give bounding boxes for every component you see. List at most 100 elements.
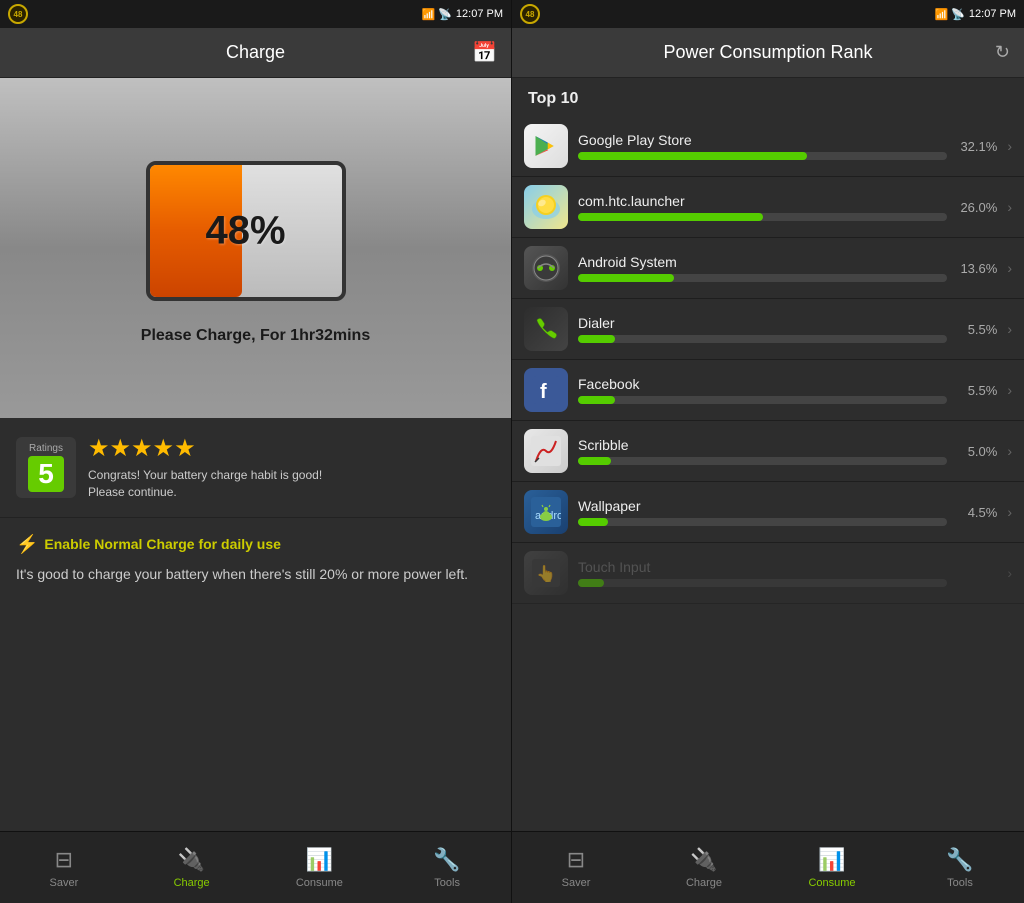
status-bar-left: 48 📶 📡 12:07 PM [0, 0, 511, 28]
chevron-launcher: › [1007, 199, 1012, 215]
charge-tip-text: It's good to charge your battery when th… [16, 563, 495, 585]
signal-icons-left: 📶 📡 [421, 8, 451, 21]
time-left: 12:07 PM [456, 8, 503, 20]
app-row-android[interactable]: Android System 13.6% › [512, 238, 1024, 299]
nav-tools-label-right: Tools [947, 877, 973, 889]
app-percent-facebook: 5.5% [957, 383, 997, 398]
app-bar-android [578, 274, 674, 282]
nav-charge-left[interactable]: 🔌 Charge [128, 832, 256, 903]
app-icon-facebook: f [524, 368, 568, 412]
app-row-playstore[interactable]: Google Play Store 32.1% › [512, 116, 1024, 177]
nav-saver-left[interactable]: ⊟ Saver [0, 832, 128, 903]
ratings-score: 5 [28, 456, 64, 492]
battery-body: 48% [146, 161, 346, 301]
left-header-title: Charge [226, 42, 285, 63]
ratings-right: ★★★★★ Congrats! Your battery charge habi… [88, 434, 495, 501]
app-icon-launcher [524, 185, 568, 229]
nav-tools-label-left: Tools [434, 877, 460, 889]
bottom-nav-left: ⊟ Saver 🔌 Charge 📊 Consume 🔧 Tools [0, 831, 511, 903]
charge-icon-right: 🔌 [690, 847, 717, 873]
app-info-wallpaper: Wallpaper [578, 498, 947, 526]
chevron-wallpaper: › [1007, 504, 1012, 520]
app-name-scribble: Scribble [578, 437, 947, 453]
battery-indicator-left: 48 [8, 4, 28, 24]
app-name-touchinput: Touch Input [578, 559, 947, 575]
right-header-title: Power Consumption Rank [663, 42, 872, 63]
nav-tools-right[interactable]: 🔧 Tools [896, 832, 1024, 903]
consume-icon-left: 📊 [306, 847, 333, 873]
app-percent-wallpaper: 4.5% [957, 505, 997, 520]
app-name-facebook: Facebook [578, 376, 947, 392]
app-row-facebook[interactable]: f Facebook 5.5% › [512, 360, 1024, 421]
ratings-section: Ratings 5 ★★★★★ Congrats! Your battery c… [0, 418, 511, 518]
app-name-wallpaper: Wallpaper [578, 498, 947, 514]
app-row-dialer[interactable]: Dialer 5.5% › [512, 299, 1024, 360]
app-percent-scribble: 5.0% [957, 444, 997, 459]
app-info-dialer: Dialer [578, 315, 947, 343]
app-info-scribble: Scribble [578, 437, 947, 465]
nav-saver-label-right: Saver [562, 877, 591, 889]
app-percent-android: 13.6% [957, 261, 997, 276]
chevron-playstore: › [1007, 138, 1012, 154]
app-info-playstore: Google Play Store [578, 132, 947, 160]
chevron-facebook: › [1007, 382, 1012, 398]
app-bar-wallpaper [578, 518, 608, 526]
app-row-launcher[interactable]: com.htc.launcher 26.0% › [512, 177, 1024, 238]
nav-saver-label-left: Saver [50, 877, 79, 889]
time-right: 12:07 PM [969, 8, 1016, 20]
battery-indicator-right: 48 [520, 4, 540, 24]
app-row-scribble[interactable]: Scribble 5.0% › [512, 421, 1024, 482]
chevron-scribble: › [1007, 443, 1012, 459]
nav-charge-label-left: Charge [174, 877, 210, 889]
app-info-launcher: com.htc.launcher [578, 193, 947, 221]
app-percent-dialer: 5.5% [957, 322, 997, 337]
nav-charge-right[interactable]: 🔌 Charge [640, 832, 768, 903]
charge-tip-title[interactable]: ⚡ Enable Normal Charge for daily use [16, 534, 495, 555]
app-bar-playstore [578, 152, 807, 160]
battery-percent: 48% [205, 209, 285, 254]
app-name-android: Android System [578, 254, 947, 270]
ratings-stars: ★★★★★ [88, 434, 495, 463]
battery-terminal [342, 211, 346, 251]
app-bar-facebook [578, 396, 615, 404]
consume-icon-right: 📊 [818, 847, 845, 873]
app-icon-wallpaper: android [524, 490, 568, 534]
app-row-wallpaper[interactable]: android Wallpaper 4.5% › [512, 482, 1024, 543]
chevron-touchinput: › [1007, 565, 1012, 581]
ratings-label: Ratings [26, 443, 66, 454]
nav-charge-label-right: Charge [686, 877, 722, 889]
status-bar-right: 48 📶 📡 12:07 PM [512, 0, 1024, 28]
app-icon-scribble [524, 429, 568, 473]
app-name-dialer: Dialer [578, 315, 947, 331]
nav-consume-right[interactable]: 📊 Consume [768, 832, 896, 903]
nav-saver-right[interactable]: ⊟ Saver [512, 832, 640, 903]
svg-text:👆: 👆 [536, 564, 556, 583]
nav-tools-left[interactable]: 🔧 Tools [383, 832, 511, 903]
app-icon-android [524, 246, 568, 290]
nav-consume-left[interactable]: 📊 Consume [256, 832, 384, 903]
calendar-icon[interactable]: 📅 [472, 40, 497, 65]
bottom-nav-right: ⊟ Saver 🔌 Charge 📊 Consume 🔧 Tools [512, 831, 1024, 903]
svg-text:f: f [540, 381, 547, 403]
refresh-icon[interactable]: ↻ [995, 42, 1010, 63]
chevron-dialer: › [1007, 321, 1012, 337]
app-row-touchinput[interactable]: 👆 Touch Input › [512, 543, 1024, 604]
app-bar-launcher [578, 213, 763, 221]
charge-icon-left: 🔌 [178, 847, 205, 873]
ratings-box: Ratings 5 [16, 437, 76, 498]
app-icon-playstore [524, 124, 568, 168]
app-info-facebook: Facebook [578, 376, 947, 404]
nav-consume-label-right: Consume [808, 877, 855, 889]
app-name-playstore: Google Play Store [578, 132, 947, 148]
left-panel: 48 📶 📡 12:07 PM Charge 📅 48% Please Char… [0, 0, 512, 903]
charge-tip-section: ⚡ Enable Normal Charge for daily use It'… [0, 518, 511, 831]
tools-icon-left: 🔧 [433, 847, 460, 873]
top10-label: Top 10 [512, 78, 1024, 116]
battery-section: 48% Please Charge, For 1hr32mins [0, 78, 511, 418]
saver-icon-right: ⊟ [567, 847, 585, 873]
charge-tip-title-text: Enable Normal Charge for daily use [44, 536, 281, 552]
app-bar-dialer [578, 335, 615, 343]
charge-message: Please Charge, For 1hr32mins [141, 327, 370, 345]
saver-icon-left: ⊟ [55, 847, 73, 873]
left-header: Charge 📅 [0, 28, 511, 78]
